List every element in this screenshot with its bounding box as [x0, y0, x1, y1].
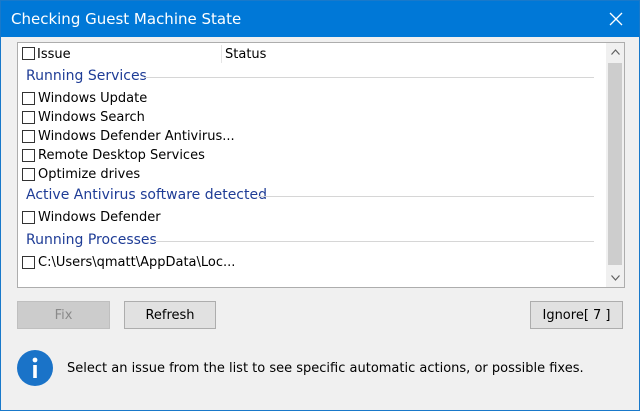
list-item[interactable]: Windows Defender	[18, 208, 604, 227]
group-divider	[258, 196, 594, 197]
item-checkbox[interactable]	[22, 111, 35, 124]
ignore-button[interactable]: Ignore[ 7 ]	[530, 301, 623, 329]
list-item[interactable]: Windows Update	[18, 89, 604, 108]
item-label: Windows Search	[38, 110, 145, 125]
info-message: Select an issue from the list to see spe…	[67, 361, 584, 376]
item-checkbox[interactable]	[22, 211, 35, 224]
list-item[interactable]: Remote Desktop Services	[18, 146, 604, 165]
scroll-up-icon[interactable]	[606, 43, 624, 61]
item-label: C:\Users\qmatt\AppData\Loc...	[38, 255, 236, 270]
scroll-down-icon[interactable]	[606, 269, 624, 287]
group-header-antivirus: Active Antivirus software detected	[26, 187, 267, 203]
item-label: Windows Update	[38, 91, 148, 106]
fix-button[interactable]: Fix	[17, 301, 110, 329]
item-checkbox[interactable]	[22, 92, 35, 105]
column-header-issue[interactable]: Issue	[37, 47, 71, 62]
refresh-button[interactable]: Refresh	[124, 301, 216, 329]
vertical-scrollbar[interactable]	[606, 43, 624, 287]
item-label: Optimize drives	[38, 167, 141, 182]
scrollbar-thumb[interactable]	[608, 63, 622, 265]
list-item[interactable]: Optimize drives	[18, 165, 604, 184]
info-panel: Select an issue from the list to see spe…	[1, 338, 639, 410]
item-label: Windows Defender	[38, 210, 161, 225]
list-item[interactable]: C:\Users\qmatt\AppData\Loc...	[18, 253, 604, 272]
column-header-status[interactable]: Status	[225, 47, 266, 62]
dialog-window: Checking Guest Machine State Issue Statu…	[0, 0, 640, 411]
item-checkbox[interactable]	[22, 149, 35, 162]
column-divider[interactable]	[221, 45, 222, 63]
list-header: Issue Status	[18, 43, 604, 65]
group-header-running-services: Running Services	[26, 68, 147, 84]
group-divider	[154, 241, 594, 242]
info-icon	[17, 350, 53, 386]
group-divider	[144, 77, 594, 78]
item-checkbox[interactable]	[22, 130, 35, 143]
group-header-running-processes: Running Processes	[26, 232, 157, 248]
list-item[interactable]: Windows Defender Antivirus...	[18, 127, 604, 146]
item-label: Windows Defender Antivirus...	[38, 129, 235, 144]
window-title: Checking Guest Machine State	[11, 10, 242, 28]
close-icon[interactable]	[593, 1, 639, 37]
select-all-checkbox[interactable]	[22, 47, 35, 60]
list-item[interactable]: Windows Search	[18, 108, 604, 127]
item-checkbox[interactable]	[22, 256, 35, 269]
item-checkbox[interactable]	[22, 168, 35, 181]
title-bar: Checking Guest Machine State	[1, 1, 639, 37]
item-label: Remote Desktop Services	[38, 148, 205, 163]
issues-list[interactable]: Issue Status Running Services Windows Up…	[17, 42, 625, 288]
